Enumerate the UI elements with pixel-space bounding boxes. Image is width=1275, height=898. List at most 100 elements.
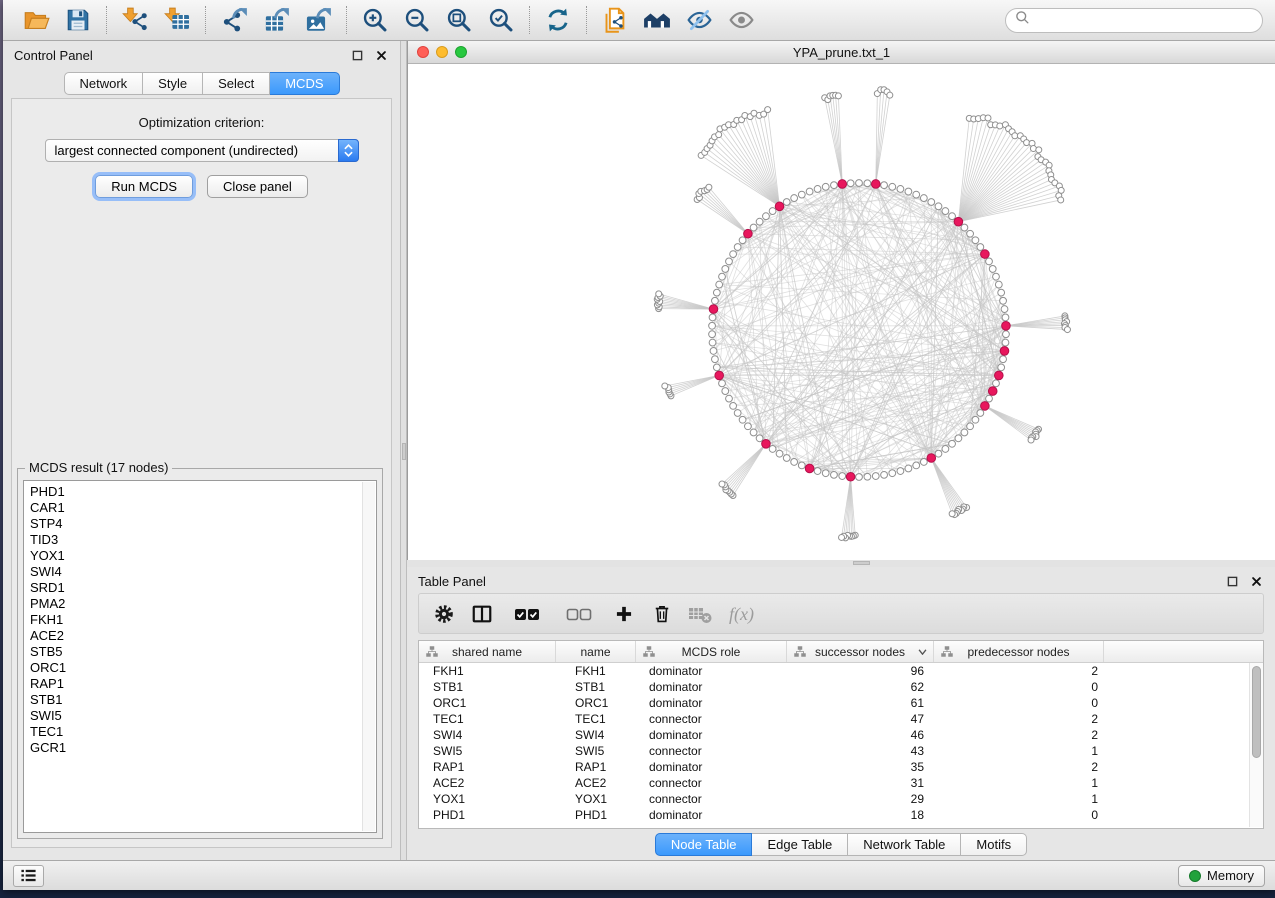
network-node[interactable] [831, 182, 838, 189]
zoom-selected-region-button[interactable] [480, 3, 522, 37]
network-node[interactable] [822, 470, 829, 477]
network-node[interactable] [756, 435, 763, 442]
vertical-splitter[interactable] [400, 41, 407, 860]
mcds-result-item[interactable]: RAP1 [30, 676, 376, 692]
close-panel-button[interactable]: Close panel [207, 175, 308, 198]
column-header-name[interactable]: name [556, 641, 636, 662]
network-node-dominator[interactable] [871, 180, 880, 189]
network-node[interactable] [977, 244, 984, 251]
network-node[interactable] [709, 314, 716, 321]
mcds-result-item[interactable]: ACE2 [30, 628, 376, 644]
network-node-dominator[interactable] [838, 180, 847, 189]
apply-preferred-layout-button[interactable] [537, 3, 579, 37]
network-node[interactable] [713, 289, 720, 296]
network-node[interactable] [814, 186, 821, 193]
network-node[interactable] [986, 395, 993, 402]
delete-column-button[interactable] [647, 599, 677, 629]
vertical-splitter-grip[interactable] [402, 443, 406, 460]
network-node-dominator[interactable] [715, 371, 724, 380]
network-node-dominator[interactable] [1002, 322, 1011, 331]
network-node[interactable] [831, 471, 838, 478]
network-node[interactable] [839, 473, 846, 480]
column-header-MCDS-role[interactable]: MCDS role [636, 641, 787, 662]
network-node[interactable] [713, 364, 720, 371]
network-node[interactable] [783, 455, 790, 462]
table-row[interactable]: SWI5SWI5connector431 [419, 743, 1263, 759]
network-node[interactable] [847, 180, 854, 187]
open-session-button[interactable] [15, 3, 57, 37]
network-node[interactable] [913, 191, 920, 198]
network-node[interactable] [935, 203, 942, 210]
table-row[interactable]: ORC1ORC1dominator610 [419, 695, 1263, 711]
tab-network[interactable]: Network [63, 72, 143, 95]
network-node[interactable] [967, 230, 974, 237]
network-node[interactable] [989, 266, 996, 273]
memory-button[interactable]: Memory [1178, 865, 1265, 887]
table-row[interactable]: SWI4SWI4dominator462 [419, 727, 1263, 743]
mcds-result-item[interactable]: SWI4 [30, 564, 376, 580]
network-node[interactable] [776, 450, 783, 457]
network-node[interactable] [856, 474, 863, 481]
network-node[interactable] [872, 473, 879, 480]
minimize-window-button[interactable] [436, 46, 448, 58]
import-network-from-file-button[interactable] [114, 3, 156, 37]
deselect-all-button[interactable] [557, 599, 601, 629]
mcds-result-item[interactable]: GCR1 [30, 740, 376, 756]
network-node-dominator[interactable] [775, 202, 784, 211]
tab-mcds[interactable]: MCDS [270, 72, 339, 95]
network-node[interactable] [765, 107, 771, 113]
tab-style[interactable]: Style [143, 72, 203, 95]
mcds-result-item[interactable]: ORC1 [30, 660, 376, 676]
tab-motifs[interactable]: Motifs [961, 833, 1027, 856]
network-node[interactable] [1036, 147, 1042, 153]
add-column-button[interactable] [609, 599, 639, 629]
table-scrollbar-thumb[interactable] [1252, 666, 1261, 758]
network-node-dominator[interactable] [988, 387, 997, 396]
tab-network-table[interactable]: Network Table [848, 833, 961, 856]
network-node[interactable] [897, 186, 904, 193]
network-node[interactable] [993, 273, 1000, 280]
network-node[interactable] [769, 446, 776, 453]
network-node[interactable] [734, 244, 741, 251]
network-node[interactable] [949, 213, 956, 220]
close-window-button[interactable] [417, 46, 429, 58]
network-node[interactable] [961, 224, 968, 231]
network-node-dominator[interactable] [805, 464, 814, 473]
table-row[interactable]: PHD1PHD1dominator180 [419, 807, 1263, 823]
network-node[interactable] [839, 534, 845, 540]
network-node[interactable] [791, 195, 798, 202]
table-row[interactable]: TEC1TEC1connector472 [419, 711, 1263, 727]
mcds-result-item[interactable]: STB1 [30, 692, 376, 708]
network-node-dominator[interactable] [1000, 347, 1009, 356]
task-history-button[interactable] [13, 865, 44, 887]
network-node[interactable] [913, 462, 920, 469]
network-node[interactable] [763, 213, 770, 220]
zoom-in-button[interactable] [354, 3, 396, 37]
table-row[interactable]: FKH1FKH1dominator962 [419, 663, 1263, 679]
network-node[interactable] [783, 199, 790, 206]
network-node-dominator[interactable] [995, 371, 1004, 380]
search-input[interactable] [1036, 13, 1253, 28]
horizontal-splitter-grip[interactable] [853, 561, 870, 565]
network-node[interactable] [967, 423, 974, 430]
export-network-button[interactable] [213, 3, 255, 37]
network-node[interactable] [972, 237, 979, 244]
network-node[interactable] [662, 383, 668, 389]
network-node[interactable] [822, 183, 829, 190]
network-node[interactable] [719, 481, 725, 487]
network-node[interactable] [739, 416, 746, 423]
network-node[interactable] [997, 123, 1003, 129]
network-node[interactable] [995, 281, 1002, 288]
first-neighbors-of-selected-nodes-button[interactable] [636, 3, 678, 37]
show-all-button[interactable] [720, 3, 762, 37]
network-node[interactable] [920, 459, 927, 466]
export-image-button[interactable] [297, 3, 339, 37]
network-node[interactable] [942, 208, 949, 215]
zoom-out-button[interactable] [396, 3, 438, 37]
network-node-dominator[interactable] [981, 402, 990, 411]
close-panel-icon[interactable] [374, 48, 389, 63]
network-node[interactable] [1000, 297, 1007, 304]
network-node[interactable] [881, 182, 888, 189]
maximize-window-button[interactable] [455, 46, 467, 58]
network-node[interactable] [709, 339, 716, 346]
